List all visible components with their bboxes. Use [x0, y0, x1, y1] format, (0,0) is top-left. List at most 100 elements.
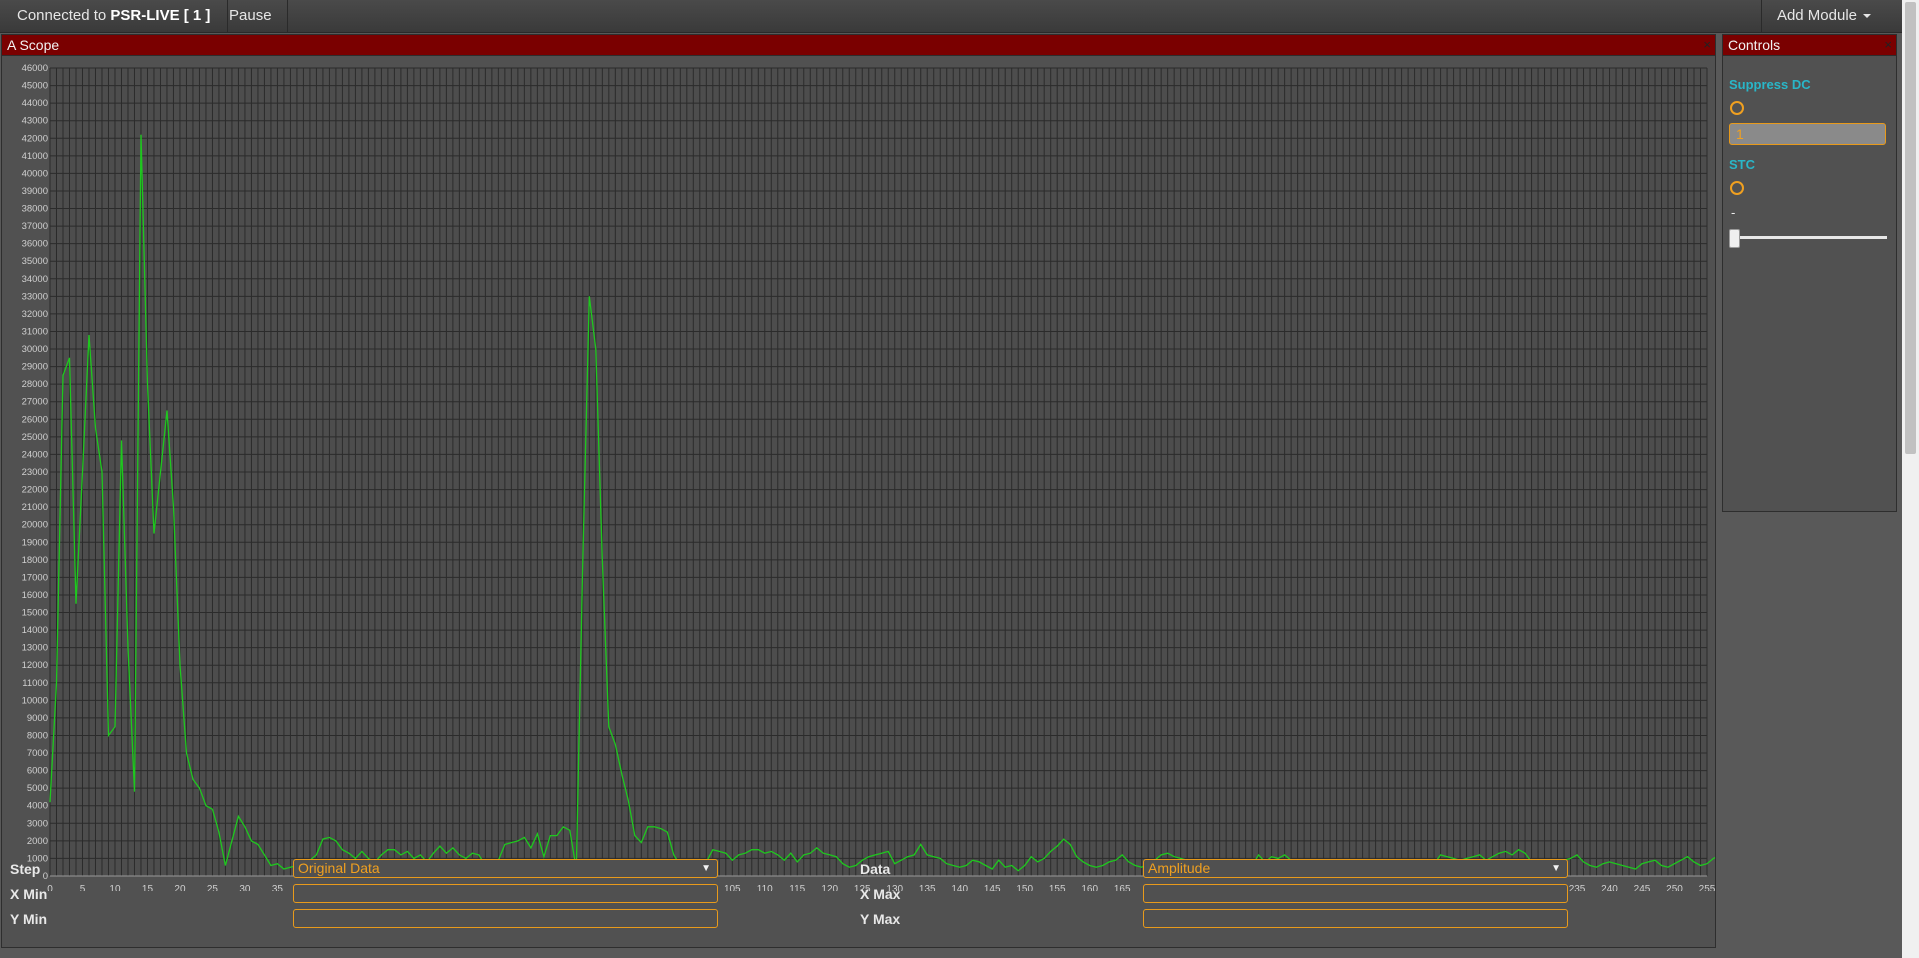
x-tick-label: 235	[1569, 884, 1586, 891]
y-tick-label: 13000	[22, 643, 48, 654]
pause-button[interactable]: Pause	[214, 0, 288, 32]
a-scope-title: A Scope	[7, 37, 60, 53]
y-tick-label: 10000	[22, 695, 48, 706]
y-tick-label: 31000	[22, 326, 48, 337]
connection-status: Connected to PSR-LIVE [ 1 ]	[0, 0, 229, 32]
y-tick-label: 16000	[22, 590, 48, 601]
suppress-dc-label: Suppress DC	[1729, 77, 1811, 92]
y-tick-label: 17000	[22, 572, 48, 583]
y-tick-label: 46000	[22, 63, 48, 74]
step-select-value: Original Data	[298, 860, 380, 876]
stc-slider-track[interactable]	[1729, 236, 1887, 239]
y-tick-label: 40000	[22, 168, 48, 179]
y-tick-label: 27000	[22, 397, 48, 408]
a-scope-chart: 0510152025303540455055606570758085909510…	[2, 56, 1864, 896]
stc-slider-handle[interactable]	[1729, 229, 1740, 248]
a-scope-panel: A Scope × 051015202530354045505560657075…	[1, 34, 1864, 948]
close-icon[interactable]: ×	[1703, 35, 1711, 55]
y-tick-label: 4000	[27, 801, 48, 812]
dropdown-arrow-icon: ▼	[701, 863, 711, 874]
x-tick-label: 110	[757, 884, 773, 891]
close-icon[interactable]: ×	[1884, 35, 1892, 55]
x-tick-label: 145	[984, 884, 1001, 891]
page-scrollbar[interactable]	[1902, 0, 1919, 958]
y-tick-label: 20000	[22, 520, 48, 531]
data-label: Data	[860, 861, 891, 877]
y-tick-label: 28000	[22, 379, 48, 390]
y-tick-label: 35000	[22, 256, 48, 267]
y-max-label: Y Max	[860, 911, 901, 927]
x-tick-label: 250	[1666, 884, 1683, 891]
y-tick-label: 33000	[22, 291, 48, 302]
page-scrollbar-thumb[interactable]	[1905, 2, 1916, 454]
y-tick-label: 44000	[22, 98, 48, 109]
y-tick-label: 3000	[27, 818, 48, 829]
y-tick-label: 37000	[22, 221, 48, 232]
x-tick-label: 165	[1114, 884, 1131, 891]
add-module-label: Add Module	[1776, 7, 1857, 24]
y-tick-label: 18000	[22, 555, 48, 566]
stc-label: STC	[1729, 157, 1755, 172]
stc-value-label: -	[1731, 205, 1736, 220]
x-tick-label: 20	[174, 884, 186, 891]
x-tick-label: 160	[1081, 884, 1098, 891]
x-tick-label: 155	[1049, 884, 1066, 891]
y-tick-label: 22000	[22, 485, 48, 496]
y-tick-label: 32000	[22, 309, 48, 320]
y-tick-label: 26000	[22, 414, 48, 425]
x-max-input[interactable]	[1143, 884, 1568, 903]
x-tick-label: 140	[951, 884, 968, 891]
x-tick-label: 0	[47, 884, 53, 891]
y-tick-label: 8000	[27, 730, 48, 741]
y-tick-label: 0	[43, 871, 48, 882]
y-min-input[interactable]	[293, 909, 718, 928]
y-tick-label: 21000	[22, 502, 48, 513]
y-tick-label: 6000	[27, 766, 48, 777]
y-tick-label: 36000	[22, 239, 48, 250]
suppress-dc-radio[interactable]	[1730, 101, 1744, 115]
x-tick-label: 115	[789, 884, 805, 891]
y-tick-label: 9000	[27, 713, 48, 724]
step-select[interactable]: Original Data ▼	[293, 859, 718, 878]
y-tick-label: 39000	[22, 186, 48, 197]
x-tick-label: 240	[1601, 884, 1618, 891]
x-tick-label: 120	[821, 884, 838, 891]
x-tick-label: 255	[1699, 884, 1715, 891]
y-tick-label: 7000	[27, 748, 48, 759]
a-scope-chart-svg: 0510152025303540455055606570758085909510…	[22, 63, 1864, 895]
y-tick-label: 19000	[22, 537, 48, 548]
x-min-input[interactable]	[293, 884, 718, 903]
connection-target: PSR-LIVE [ 1 ]	[110, 7, 211, 24]
x-tick-label: 5	[80, 884, 86, 891]
y-tick-label: 14000	[22, 625, 48, 636]
y-tick-label: 12000	[22, 660, 48, 671]
add-module-dropdown[interactable]: Add Module	[1760, 0, 1886, 32]
y-tick-label: 11000	[22, 678, 48, 689]
data-select-value: Amplitude	[1148, 860, 1211, 876]
x-tick-label: 35	[272, 884, 284, 891]
y-tick-label: 24000	[22, 449, 48, 460]
suppress-dc-input[interactable]: 1	[1729, 123, 1886, 145]
y-tick-label: 23000	[22, 467, 48, 478]
x-tick-label: 245	[1634, 884, 1651, 891]
x-tick-label: 30	[239, 884, 251, 891]
y-tick-label: 45000	[22, 81, 48, 92]
connection-prefix: Connected to	[17, 7, 111, 24]
y-tick-label: 43000	[22, 116, 48, 127]
y-tick-label: 25000	[22, 432, 48, 443]
caret-down-icon	[1863, 14, 1871, 19]
a-scope-header: A Scope ×	[2, 35, 1715, 56]
step-label: Step	[10, 861, 41, 877]
controls-title: Controls	[1728, 37, 1781, 53]
data-select[interactable]: Amplitude ▼	[1143, 859, 1568, 878]
y-min-label: Y Min	[10, 911, 48, 927]
y-max-input[interactable]	[1143, 909, 1568, 928]
dropdown-arrow-icon: ▼	[1551, 863, 1561, 874]
controls-header: Controls ×	[1723, 35, 1896, 56]
y-tick-label: 29000	[22, 362, 48, 373]
stc-radio[interactable]	[1730, 181, 1744, 195]
y-tick-label: 38000	[22, 204, 48, 215]
y-tick-label: 2000	[27, 836, 48, 847]
x-tick-label: 15	[142, 884, 154, 891]
y-tick-label: 34000	[22, 274, 48, 285]
